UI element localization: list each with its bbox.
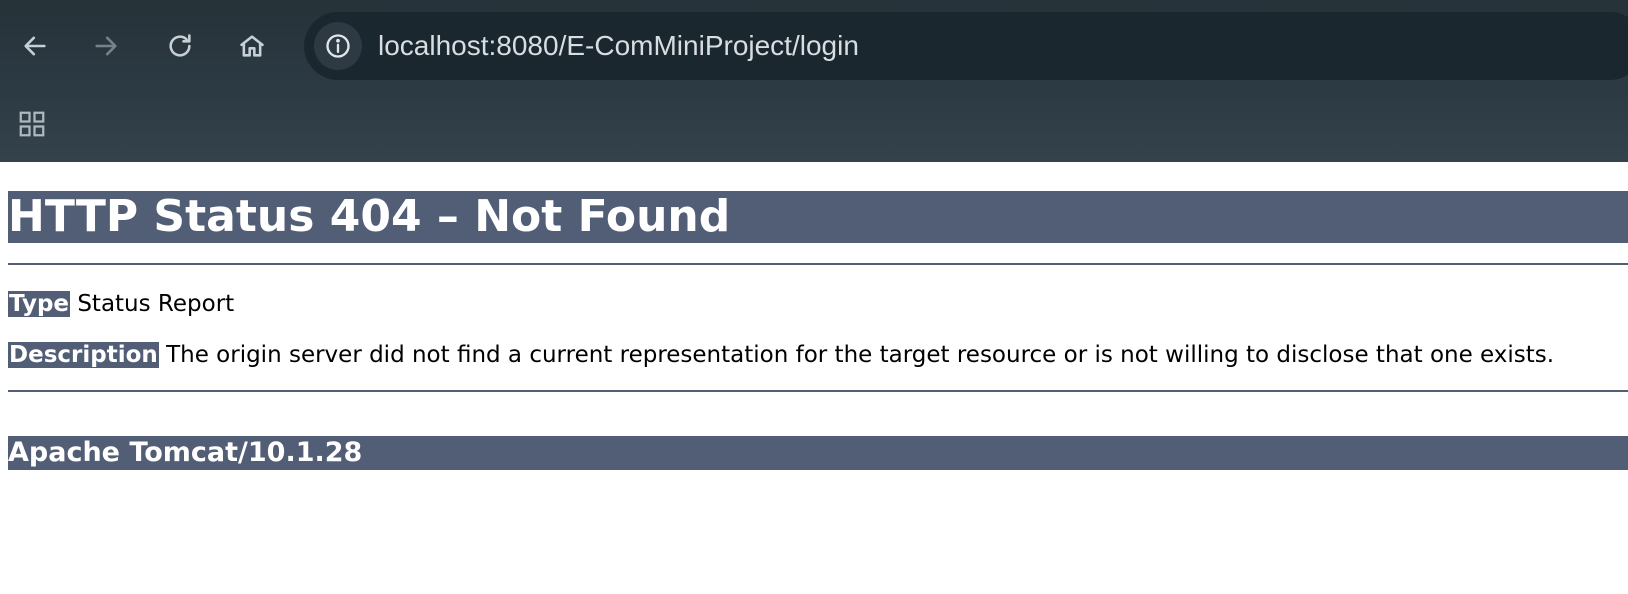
home-button[interactable] [232,26,272,66]
back-arrow-icon [24,36,46,56]
forward-button[interactable] [86,26,126,66]
description-row: Description The origin server did not fi… [8,341,1554,369]
info-icon [326,34,350,58]
divider [8,390,1628,392]
type-label: Type [8,291,71,317]
type-row: Type Status Report [8,290,234,318]
apps-button[interactable] [12,104,52,144]
reload-icon [169,34,191,57]
type-value: Status Report [77,291,235,317]
reload-button[interactable] [160,26,200,66]
address-bar[interactable]: localhost:8080/E-ComMiniProject/login [304,12,1628,80]
page-title: HTTP Status 404 – Not Found [8,191,1628,243]
back-button[interactable] [15,26,55,66]
site-info-button[interactable] [314,22,362,70]
url-text[interactable]: localhost:8080/E-ComMiniProject/login [378,30,859,62]
divider [8,263,1628,265]
browser-toolbar: localhost:8080/E-ComMiniProject/login [0,0,1628,162]
home-icon [240,35,264,57]
description-value: The origin server did not find a current… [166,342,1555,368]
apps-grid-icon [19,111,45,137]
page-content: HTTP Status 404 – Not Found Type Status … [0,162,1628,594]
description-label: Description [8,342,159,368]
forward-arrow-icon [95,36,117,56]
server-info: Apache Tomcat/10.1.28 [8,436,1628,470]
